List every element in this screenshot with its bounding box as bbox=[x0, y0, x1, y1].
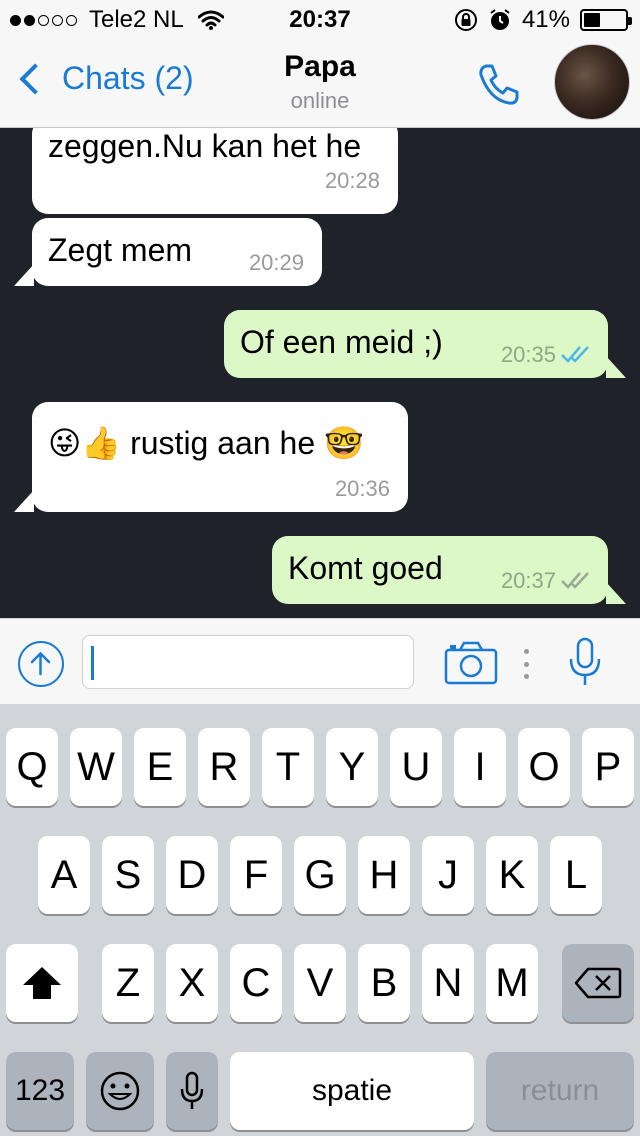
microphone-icon[interactable] bbox=[568, 637, 602, 689]
phone-icon[interactable] bbox=[472, 58, 524, 110]
message-list[interactable]: zeggen.Nu kan het he 20:28 Zegt mem 20:2… bbox=[0, 128, 640, 618]
contact-info[interactable]: Papa online bbox=[0, 50, 640, 114]
key-s[interactable]: S bbox=[102, 836, 154, 914]
bubble-tail bbox=[606, 356, 626, 378]
arrow-up-circle-icon bbox=[30, 651, 51, 676]
message-time: 20:29 bbox=[248, 250, 304, 275]
message-text: zeggen.Nu kan het he bbox=[48, 128, 362, 164]
bubble-tail bbox=[606, 582, 626, 604]
key-d[interactable]: D bbox=[166, 836, 218, 914]
key-l[interactable]: L bbox=[550, 836, 602, 914]
key-r[interactable]: R bbox=[198, 728, 250, 806]
vertical-dots-icon bbox=[524, 649, 530, 679]
backspace-icon bbox=[574, 967, 622, 999]
key-c[interactable]: C bbox=[230, 944, 282, 1022]
key-e[interactable]: E bbox=[134, 728, 186, 806]
message-bubble-outgoing[interactable]: Komt goed 20:37 bbox=[272, 536, 626, 604]
dot bbox=[524, 661, 529, 667]
read-receipt-icon bbox=[561, 346, 589, 363]
battery-level bbox=[584, 13, 601, 27]
message-time: 20:36 bbox=[334, 476, 390, 501]
message-bubble-incoming[interactable]: 😜👍 rustig aan he 🤓 20:36 bbox=[14, 402, 408, 512]
key-v[interactable]: V bbox=[294, 944, 346, 1022]
status-bar: Tele2 NL 20:37 41% bbox=[0, 0, 640, 40]
text-cursor bbox=[91, 646, 94, 680]
battery-tip bbox=[628, 17, 632, 25]
key-j[interactable]: J bbox=[422, 836, 474, 914]
key-w[interactable]: W bbox=[70, 728, 122, 806]
backspace-key[interactable] bbox=[562, 944, 634, 1022]
battery-percentage: 41% bbox=[521, 6, 570, 33]
message-composer bbox=[0, 618, 640, 704]
key-b[interactable]: B bbox=[358, 944, 410, 1022]
message-time: 20:35 bbox=[500, 342, 556, 367]
key-h[interactable]: H bbox=[358, 836, 410, 914]
message-bubble-outgoing[interactable]: Of een meid ;) 20:35 bbox=[224, 310, 626, 378]
battery-icon bbox=[580, 9, 632, 31]
key-n[interactable]: N bbox=[422, 944, 474, 1022]
emoji-icon bbox=[100, 1071, 140, 1111]
dot bbox=[524, 674, 529, 679]
message-bubble-incoming[interactable]: zeggen.Nu kan het he 20:28 bbox=[32, 128, 398, 214]
dot bbox=[524, 649, 529, 654]
shift-arrow-icon bbox=[23, 967, 61, 999]
message-text: Of een meid ;) bbox=[240, 324, 443, 360]
delivered-receipt-icon bbox=[561, 572, 589, 589]
numbers-key[interactable]: 123 bbox=[6, 1052, 74, 1130]
chat-header: Chats (2) Papa online bbox=[0, 40, 640, 128]
message-bubble-incoming[interactable]: Zegt mem 20:29 bbox=[14, 218, 322, 286]
key-p[interactable]: P bbox=[582, 728, 634, 806]
key-y[interactable]: Y bbox=[326, 728, 378, 806]
attach-button[interactable] bbox=[18, 641, 64, 687]
key-g[interactable]: G bbox=[294, 836, 346, 914]
key-m[interactable]: M bbox=[486, 944, 538, 1022]
return-key[interactable]: return bbox=[486, 1052, 634, 1130]
dictation-key[interactable] bbox=[166, 1052, 218, 1130]
bubble-tail bbox=[14, 490, 34, 512]
contact-status: online bbox=[290, 88, 350, 113]
message-time: 20:28 bbox=[324, 168, 380, 193]
contact-avatar[interactable] bbox=[554, 44, 630, 120]
camera-icon[interactable] bbox=[444, 641, 498, 685]
bubble-tail bbox=[14, 264, 34, 286]
message-input[interactable] bbox=[82, 635, 414, 689]
key-k[interactable]: K bbox=[486, 836, 538, 914]
key-t[interactable]: T bbox=[262, 728, 314, 806]
key-x[interactable]: X bbox=[166, 944, 218, 1022]
rotation-lock-icon bbox=[454, 9, 477, 31]
key-o[interactable]: O bbox=[518, 728, 570, 806]
status-right: 41% bbox=[454, 6, 632, 34]
message-text: 😜👍 rustig aan he 🤓 bbox=[48, 425, 364, 461]
key-i[interactable]: I bbox=[454, 728, 506, 806]
key-u[interactable]: U bbox=[390, 728, 442, 806]
message-text: Komt goed bbox=[288, 550, 443, 586]
key-q[interactable]: Q bbox=[6, 728, 58, 806]
space-key[interactable]: spatie bbox=[230, 1052, 474, 1130]
key-a[interactable]: A bbox=[38, 836, 90, 914]
key-f[interactable]: F bbox=[230, 836, 282, 914]
message-time: 20:37 bbox=[500, 568, 556, 593]
alarm-icon bbox=[490, 9, 510, 30]
microphone-icon bbox=[180, 1071, 204, 1109]
message-text: Zegt mem bbox=[48, 232, 193, 268]
contact-name: Papa bbox=[284, 50, 356, 83]
keyboard: Q W E R T Y U I O P A S D F G H J K L Z … bbox=[0, 704, 640, 1136]
emoji-key[interactable] bbox=[86, 1052, 154, 1130]
shift-key[interactable] bbox=[6, 944, 78, 1022]
key-z[interactable]: Z bbox=[102, 944, 154, 1022]
